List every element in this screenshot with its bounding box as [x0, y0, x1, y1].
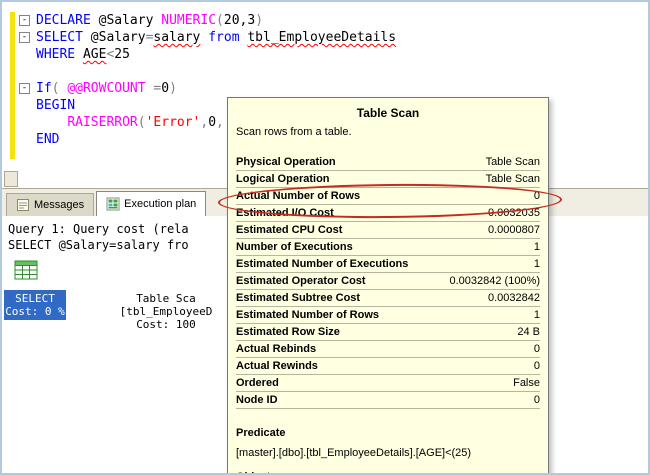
- tooltip-row-value: 0.0032035: [488, 207, 540, 219]
- table-scan-node-label[interactable]: Table Sca [tbl_EmployeeD Cost: 100: [100, 292, 232, 331]
- tooltip-row-value: Table Scan: [485, 173, 540, 185]
- tooltip-row-actual-number-of-rows: Actual Number of Rows 0: [236, 188, 540, 205]
- code-line: [2, 63, 648, 80]
- table-scan-label-line: Cost: 100: [136, 318, 196, 331]
- messages-icon: [16, 198, 30, 212]
- tooltip-row-label: Estimated Row Size: [236, 326, 340, 338]
- tooltip-row-ordered: Ordered False: [236, 375, 540, 392]
- table-scan-label-line: Table Sca: [136, 292, 196, 305]
- tooltip-row-value: 0: [533, 360, 540, 372]
- select-operator-icon[interactable]: [14, 258, 38, 282]
- tooltip-row-label: Physical Operation: [236, 156, 336, 168]
- tooltip-row-actual-rebinds: Actual Rebinds 0: [236, 341, 540, 358]
- tooltip-row-label: Node ID: [236, 394, 278, 406]
- ssms-window: - DECLARE @Salary NUMERIC(20,3) - SELECT @S…: [0, 0, 650, 475]
- tooltip-row-logical-operation: Logical Operation Table Scan: [236, 171, 540, 188]
- tab-execution-plan[interactable]: Execution plan: [96, 191, 207, 216]
- tooltip-row-value: 0.0032842 (100%): [449, 275, 540, 287]
- tooltip-row-label: Estimated Number of Executions: [236, 258, 409, 270]
- editor-scroll-corner[interactable]: [4, 171, 18, 187]
- tooltip-row-value: 0: [533, 394, 540, 406]
- fold-gutter: [2, 97, 36, 114]
- tooltip-row-number-of-executions: Number of Executions 1: [236, 239, 540, 256]
- tooltip-row-actual-rewinds: Actual Rewinds 0: [236, 358, 540, 375]
- tooltip-row-value: 1: [533, 309, 540, 321]
- tooltip-row-value: Table Scan: [485, 156, 540, 168]
- tooltip-title: Table Scan: [356, 106, 420, 120]
- tooltip-row-value: 0: [533, 343, 540, 355]
- tooltip-row-value: False: [513, 377, 540, 389]
- plan-query-header: Query 1: Query cost (rela: [8, 222, 189, 236]
- tooltip-row-estimated-number-of-executions: Estimated Number of Executions 1: [236, 256, 540, 273]
- predicate-label: Predicate: [236, 427, 286, 439]
- tooltip-row-label: Ordered: [236, 377, 279, 389]
- code-line: - DECLARE @Salary NUMERIC(20,3): [2, 12, 648, 29]
- fold-gutter: [2, 46, 36, 63]
- code-line: - SELECT @Salary=salary from tbl_Employee…: [2, 29, 648, 46]
- select-cost-text: Cost: 0 %: [5, 305, 65, 318]
- fold-marker-icon[interactable]: -: [19, 83, 30, 94]
- tooltip-row-value: 1: [533, 241, 540, 253]
- fold-gutter: [2, 131, 36, 148]
- code-line: WHERE AGE<25: [2, 46, 648, 63]
- fold-gutter: [2, 63, 36, 80]
- tooltip-row-node-id: Node ID 0: [236, 392, 540, 409]
- fold-gutter[interactable]: -: [2, 12, 36, 29]
- tooltip-row-physical-operation: Physical Operation Table Scan: [236, 154, 540, 171]
- tab-messages-label: Messages: [34, 199, 85, 211]
- select-label-text: SELECT: [15, 292, 55, 305]
- tooltip-row-value: 0: [533, 190, 540, 202]
- tooltip-row-label: Estimated Subtree Cost: [236, 292, 361, 304]
- tooltip-row-estimated-operator-cost: Estimated Operator Cost 0.0032842 (100%): [236, 273, 540, 290]
- object-label-partial: Object: [236, 471, 540, 473]
- tooltip-row-estimated-cpu-cost: Estimated CPU Cost 0.0000807: [236, 222, 540, 239]
- tab-messages[interactable]: Messages: [6, 193, 95, 216]
- tooltip-row-estimated-subtree-cost: Estimated Subtree Cost 0.0032842: [236, 290, 540, 307]
- execution-plan-icon: [106, 197, 120, 211]
- tooltip-rows: Physical Operation Table Scan Logical Oper…: [236, 154, 540, 409]
- fold-marker-icon[interactable]: -: [19, 32, 30, 43]
- tooltip-predicate-section: Predicate [master].[dbo].[tbl_EmployeeDe…: [236, 427, 540, 473]
- tooltip-row-label: Actual Number of Rows: [236, 190, 361, 202]
- tooltip-row-value: 0.0000807: [488, 224, 540, 236]
- tooltip-row-estimated-i-o-cost: Estimated I/O Cost 0.0032035: [236, 205, 540, 222]
- tooltip-row-estimated-row-size: Estimated Row Size 24 B: [236, 324, 540, 341]
- fold-gutter[interactable]: -: [2, 80, 36, 97]
- tooltip-row-label: Actual Rewinds: [236, 360, 318, 372]
- tooltip-row-value: 1: [533, 258, 540, 270]
- tooltip-row-label: Estimated CPU Cost: [236, 224, 343, 236]
- tab-execution-plan-label: Execution plan: [124, 198, 197, 210]
- table-scan-tooltip: Table Scan Scan rows from a table. Physi…: [227, 97, 549, 473]
- fold-marker-icon[interactable]: -: [19, 15, 30, 26]
- tooltip-row-label: Number of Executions: [236, 241, 353, 253]
- tooltip-description: Scan rows from a table.: [236, 126, 352, 138]
- table-scan-label-line: [tbl_EmployeeD: [119, 305, 213, 318]
- tooltip-row-label: Estimated I/O Cost: [236, 207, 334, 219]
- tooltip-row-value: 0.0032842: [488, 292, 540, 304]
- predicate-value: [master].[dbo].[tbl_EmployeeDetails].[AG…: [236, 447, 472, 459]
- tooltip-row-label: Logical Operation: [236, 173, 330, 185]
- plan-query-text: SELECT @Salary=salary fro: [8, 238, 189, 252]
- select-operator-label[interactable]: SELECT Cost: 0 %: [4, 290, 66, 320]
- fold-gutter: [2, 114, 36, 131]
- tooltip-row-label: Estimated Number of Rows: [236, 309, 380, 321]
- tooltip-row-label: Actual Rebinds: [236, 343, 317, 355]
- tooltip-row-label: Estimated Operator Cost: [236, 275, 366, 287]
- tooltip-row-estimated-number-of-rows: Estimated Number of Rows 1: [236, 307, 540, 324]
- fold-gutter[interactable]: -: [2, 29, 36, 46]
- tooltip-row-value: 24 B: [517, 326, 540, 338]
- code-line: - If( @@ROWCOUNT =0): [2, 80, 648, 97]
